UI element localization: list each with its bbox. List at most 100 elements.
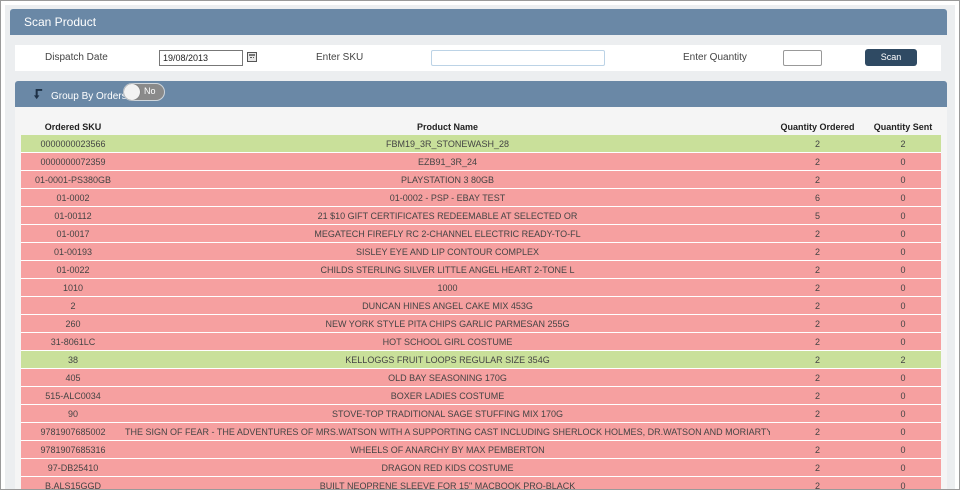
cell-product-name: KELLOGGS FRUIT LOOPS REGULAR SIZE 354G	[125, 350, 770, 369]
col-header-quantity-sent[interactable]: Quantity Sent	[865, 119, 941, 135]
undo-arrow-icon[interactable]	[33, 89, 44, 100]
dispatch-date-input[interactable]	[159, 50, 243, 66]
cell-product-name: CHILDS STERLING SILVER LITTLE ANGEL HEAR…	[125, 260, 770, 279]
table-row[interactable]: 01-0017 MEGATECH FIREFLY RC 2-CHANNEL ELE…	[21, 224, 941, 243]
cell-quantity-ordered: 5	[770, 206, 865, 225]
cell-ordered-sku: 0000000072359	[21, 152, 125, 171]
group-bar: Group By Orders: No	[15, 81, 947, 107]
cell-ordered-sku: 9781907685316	[21, 440, 125, 459]
cell-quantity-sent: 0	[865, 422, 941, 441]
cell-product-name: DRAGON RED KIDS COSTUME	[125, 458, 770, 477]
table-row[interactable]: 01-0001-PS380GB PLAYSTATION 3 80GB 2 0	[21, 170, 941, 189]
cell-product-name: HOT SCHOOL GIRL COSTUME	[125, 332, 770, 351]
cell-quantity-sent: 0	[865, 206, 941, 225]
cell-quantity-ordered: 2	[770, 332, 865, 351]
cell-quantity-ordered: 2	[770, 368, 865, 387]
scan-form: Dispatch Date Enter SKU Enter Quantity S…	[15, 45, 941, 71]
cell-product-name: SISLEY EYE AND LIP CONTOUR COMPLEX	[125, 242, 770, 261]
cell-quantity-ordered: 2	[770, 135, 865, 153]
table-row[interactable]: 38 KELLOGGS FRUIT LOOPS REGULAR SIZE 354G…	[21, 350, 941, 369]
cell-product-name: 01-0002 - PSP - EBAY TEST	[125, 188, 770, 207]
dispatch-date-label: Dispatch Date	[45, 52, 108, 63]
cell-quantity-ordered: 2	[770, 386, 865, 405]
cell-quantity-sent: 2	[865, 135, 941, 153]
cell-ordered-sku: 01-0022	[21, 260, 125, 279]
quantity-input[interactable]	[783, 50, 822, 66]
table-row[interactable]: 0000000023566 FBM19_3R_STONEWASH_28 2 2	[21, 135, 941, 153]
cell-ordered-sku: 0000000023566	[21, 135, 125, 153]
sku-input[interactable]	[431, 50, 605, 66]
cell-quantity-ordered: 2	[770, 296, 865, 315]
scan-button[interactable]: Scan	[865, 49, 917, 66]
cell-quantity-sent: 0	[865, 296, 941, 315]
cell-quantity-sent: 0	[865, 368, 941, 387]
table-row[interactable]: 9781907685316 WHEELS OF ANARCHY BY MAX PE…	[21, 440, 941, 459]
cell-product-name: FBM19_3R_STONEWASH_28	[125, 135, 770, 153]
cell-quantity-sent: 0	[865, 278, 941, 297]
products-table: Ordered SKU Product Name Quantity Ordere…	[21, 119, 941, 489]
table-row[interactable]: 1010 1000 2 0	[21, 278, 941, 297]
page-title-bar: Scan Product	[10, 9, 947, 35]
cell-ordered-sku: 90	[21, 404, 125, 423]
table-row[interactable]: 260 NEW YORK STYLE PITA CHIPS GARLIC PARM…	[21, 314, 941, 333]
window-frame: Scan Product Dispatch Date Enter SKU Ent…	[0, 0, 960, 490]
table-row[interactable]: 31-8061LC HOT SCHOOL GIRL COSTUME 2 0	[21, 332, 941, 351]
cell-product-name: EZB91_3R_24	[125, 152, 770, 171]
table-row[interactable]: 90 STOVE-TOP TRADITIONAL SAGE STUFFING MI…	[21, 404, 941, 423]
cell-product-name: STOVE-TOP TRADITIONAL SAGE STUFFING MIX …	[125, 404, 770, 423]
table-row[interactable]: B.ALS15GGD BUILT NEOPRENE SLEEVE FOR 15" …	[21, 476, 941, 489]
cell-ordered-sku: 9781907685002	[21, 422, 125, 441]
cell-ordered-sku: 97-DB25410	[21, 458, 125, 477]
cell-quantity-sent: 0	[865, 314, 941, 333]
table-body: 0000000023566 FBM19_3R_STONEWASH_28 2 2 0000…	[21, 135, 941, 489]
cell-product-name: NEW YORK STYLE PITA CHIPS GARLIC PARMESA…	[125, 314, 770, 333]
table-row[interactable]: 01-0002 01-0002 - PSP - EBAY TEST 6 0	[21, 188, 941, 207]
cell-quantity-ordered: 2	[770, 170, 865, 189]
cell-quantity-ordered: 2	[770, 314, 865, 333]
cell-quantity-ordered: 2	[770, 152, 865, 171]
cell-product-name: 21 $10 GIFT CERTIFICATES REDEEMABLE AT S…	[125, 206, 770, 225]
cell-product-name: WHEELS OF ANARCHY BY MAX PEMBERTON	[125, 440, 770, 459]
cell-quantity-ordered: 2	[770, 260, 865, 279]
group-by-orders-label: Group By Orders:	[51, 91, 130, 102]
group-by-orders-toggle[interactable]: No	[123, 83, 165, 101]
table-row[interactable]: 515-ALC0034 BOXER LADIES COSTUME 2 0	[21, 386, 941, 405]
table-row[interactable]: 405 OLD BAY SEASONING 170G 2 0	[21, 368, 941, 387]
table-row[interactable]: 01-00112 21 $10 GIFT CERTIFICATES REDEEMA…	[21, 206, 941, 225]
table-row[interactable]: 0000000072359 EZB91_3R_24 2 0	[21, 152, 941, 171]
cell-quantity-sent: 2	[865, 350, 941, 369]
cell-quantity-sent: 0	[865, 242, 941, 261]
col-header-ordered-sku[interactable]: Ordered SKU	[21, 119, 125, 135]
cell-quantity-sent: 0	[865, 404, 941, 423]
cell-product-name: THE SIGN OF FEAR - THE ADVENTURES OF MRS…	[125, 422, 770, 441]
col-header-product-name[interactable]: Product Name	[125, 119, 770, 135]
cell-product-name: PLAYSTATION 3 80GB	[125, 170, 770, 189]
cell-quantity-ordered: 2	[770, 458, 865, 477]
table-row[interactable]: 01-0022 CHILDS STERLING SILVER LITTLE ANG…	[21, 260, 941, 279]
cell-quantity-ordered: 2	[770, 476, 865, 489]
cell-quantity-ordered: 6	[770, 188, 865, 207]
cell-ordered-sku: 01-00112	[21, 206, 125, 225]
cell-quantity-sent: 0	[865, 332, 941, 351]
cell-quantity-ordered: 2	[770, 278, 865, 297]
cell-product-name: DUNCAN HINES ANGEL CAKE MIX 453G	[125, 296, 770, 315]
table-row[interactable]: 9781907685002 THE SIGN OF FEAR - THE ADVE…	[21, 422, 941, 441]
cell-quantity-sent: 0	[865, 224, 941, 243]
cell-quantity-sent: 0	[865, 188, 941, 207]
cell-ordered-sku: 515-ALC0034	[21, 386, 125, 405]
col-header-quantity-ordered[interactable]: Quantity Ordered	[770, 119, 865, 135]
page-title: Scan Product	[24, 15, 97, 29]
toggle-state-text: No	[144, 86, 156, 96]
cell-ordered-sku: 01-0002	[21, 188, 125, 207]
calendar-icon[interactable]	[247, 52, 257, 62]
cell-quantity-sent: 0	[865, 152, 941, 171]
cell-quantity-ordered: 2	[770, 440, 865, 459]
cell-quantity-sent: 0	[865, 440, 941, 459]
cell-product-name: 1000	[125, 278, 770, 297]
table-row[interactable]: 97-DB25410 DRAGON RED KIDS COSTUME 2 0	[21, 458, 941, 477]
table-row[interactable]: 01-00193 SISLEY EYE AND LIP CONTOUR COMPL…	[21, 242, 941, 261]
cell-ordered-sku: B.ALS15GGD	[21, 476, 125, 489]
cell-quantity-sent: 0	[865, 476, 941, 489]
cell-ordered-sku: 01-0001-PS380GB	[21, 170, 125, 189]
table-row[interactable]: 2 DUNCAN HINES ANGEL CAKE MIX 453G 2 0	[21, 296, 941, 315]
